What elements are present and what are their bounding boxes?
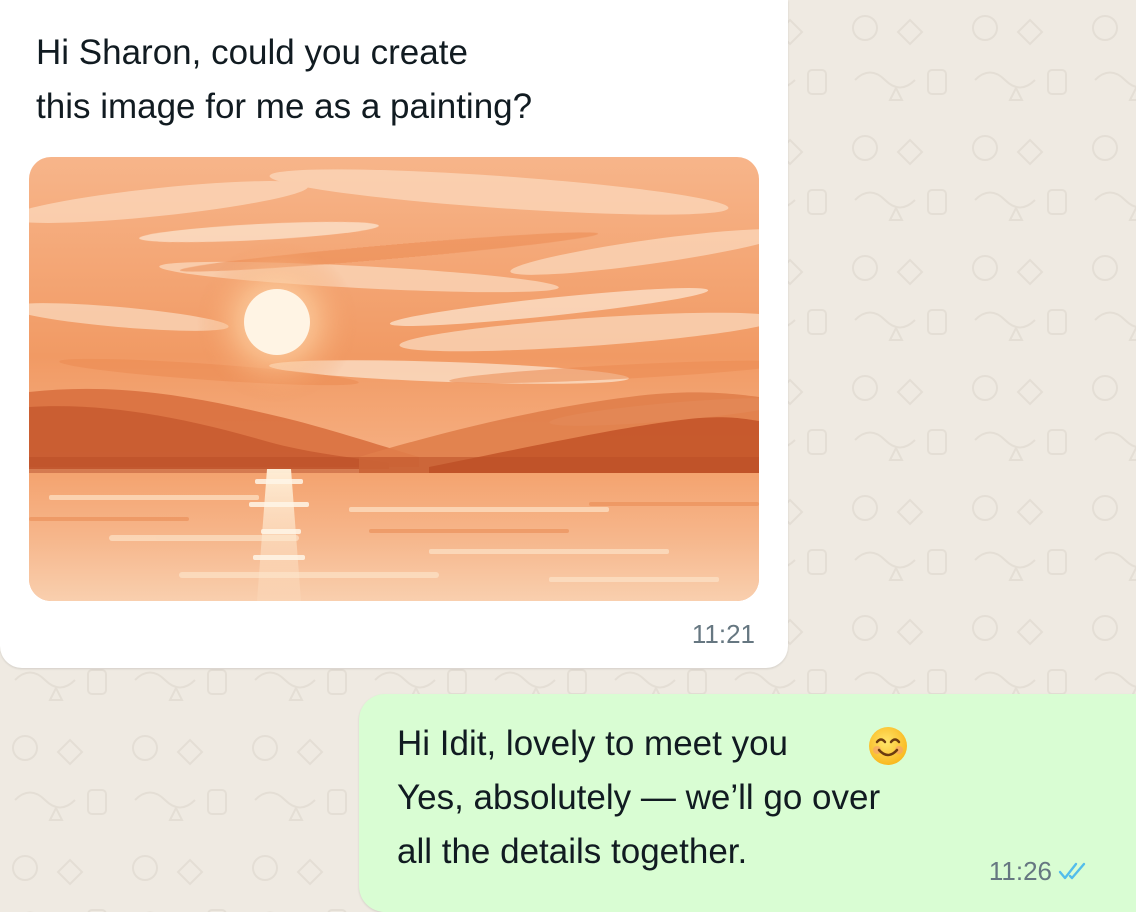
outgoing-message-text: Hi Idit, lovely to meet you Yes, absolut… bbox=[397, 717, 1047, 879]
outgoing-timestamp: 11:26 bbox=[988, 856, 1052, 886]
sunset-painting-image[interactable] bbox=[29, 157, 759, 601]
incoming-timestamp: 11:21 bbox=[691, 619, 755, 649]
outgoing-message-bubble[interactable]: Hi Idit, lovely to meet you Yes, absolut… bbox=[359, 694, 1136, 912]
outgoing-message-content: Hi Idit, lovely to meet you Yes, absolut… bbox=[397, 724, 881, 871]
painting-canvas bbox=[29, 157, 759, 601]
smiling-face-emoji-icon bbox=[869, 727, 907, 765]
incoming-message-text: Hi Sharon, could you create this image f… bbox=[36, 33, 533, 126]
outgoing-meta: 11:26 bbox=[989, 856, 1088, 886]
double-check-read-icon bbox=[1058, 862, 1086, 880]
incoming-message-bubble[interactable]: Hi Sharon, could you create this image f… bbox=[0, 0, 788, 668]
